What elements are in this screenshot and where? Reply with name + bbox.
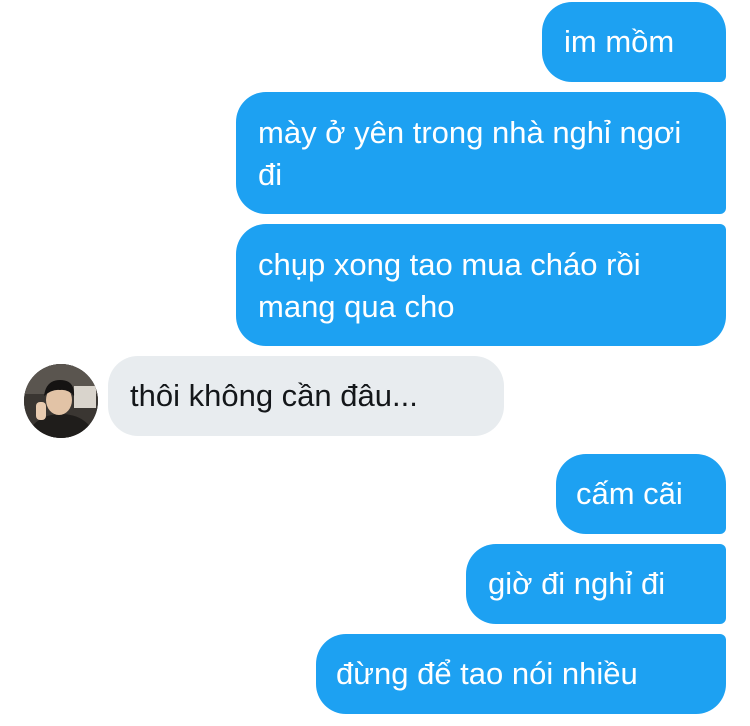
- message-text: thôi không cần đâu...: [130, 378, 418, 413]
- message-text: đừng để tao nói nhiều: [336, 656, 638, 691]
- message-text: cấm cãi: [576, 476, 683, 511]
- message-bubble-outgoing[interactable]: giờ đi nghỉ đi: [466, 544, 726, 624]
- message-bubble-incoming[interactable]: thôi không cần đâu...: [108, 356, 504, 436]
- message-text: chụp xong tao mua cháo rồi mang qua cho: [258, 247, 641, 324]
- message-bubble-outgoing[interactable]: im mồm: [542, 2, 726, 82]
- message-bubble-outgoing[interactable]: cấm cãi: [556, 454, 726, 534]
- message-bubble-outgoing[interactable]: đừng để tao nói nhiều: [316, 634, 726, 714]
- user-avatar-icon: [24, 364, 98, 438]
- contact-avatar[interactable]: [24, 364, 98, 438]
- message-text: giờ đi nghỉ đi: [488, 566, 666, 601]
- message-text: mày ở yên trong nhà nghỉ ngơi đi: [258, 115, 682, 192]
- message-bubble-outgoing[interactable]: chụp xong tao mua cháo rồi mang qua cho: [236, 224, 726, 346]
- message-text: im mồm: [564, 24, 675, 59]
- message-bubble-outgoing[interactable]: mày ở yên trong nhà nghỉ ngơi đi: [236, 92, 726, 214]
